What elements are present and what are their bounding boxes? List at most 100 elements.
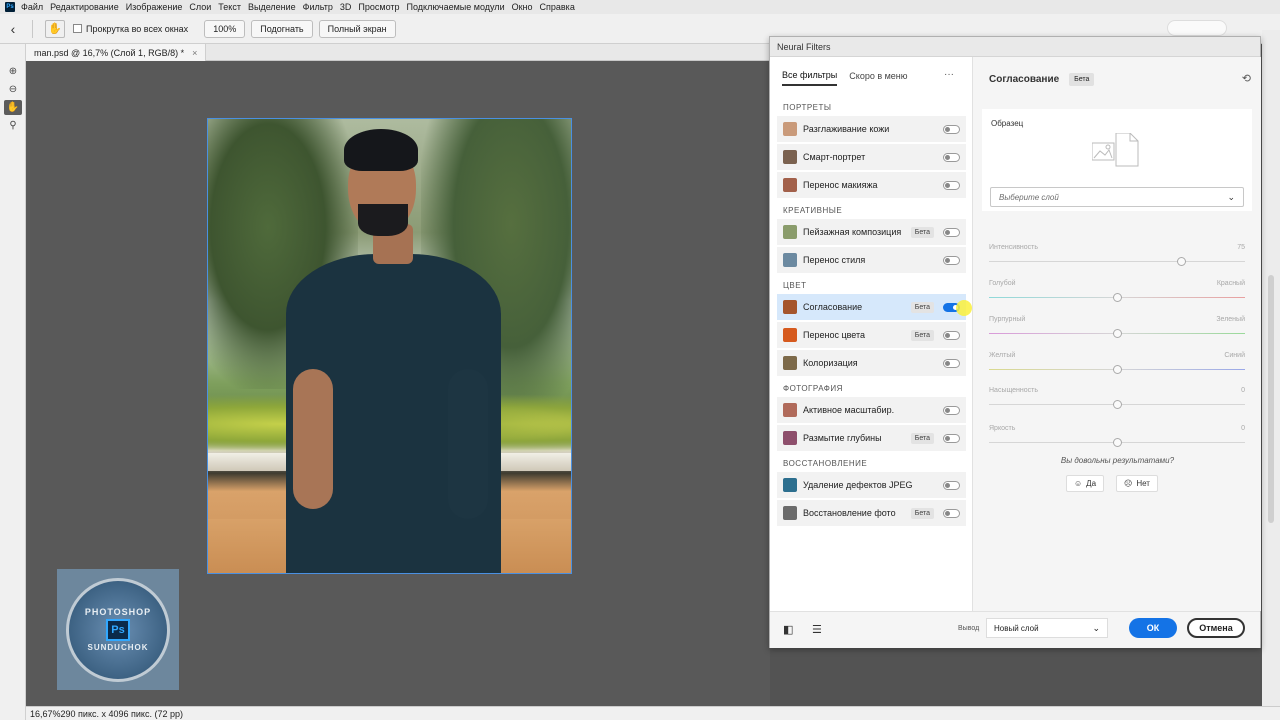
tab-coming-soon[interactable]: Скоро в меню xyxy=(849,67,907,85)
chevron-down-icon: ⌄ xyxy=(1227,192,1235,202)
slider-knob[interactable] xyxy=(1176,257,1186,266)
zoom-out-icon[interactable]: ⊖ xyxy=(4,82,22,97)
filter-item[interactable]: Восстановление фото Бета xyxy=(777,500,966,526)
slider-knob[interactable] xyxy=(1112,293,1122,302)
scrollbar[interactable] xyxy=(1268,275,1274,523)
filter-item[interactable]: Разглаживание кожи xyxy=(777,116,966,142)
filter-item[interactable]: Перенос стиля xyxy=(777,247,966,273)
layer-select[interactable]: Выберите слой ⌄ xyxy=(990,187,1244,207)
search-pill[interactable] xyxy=(1167,20,1227,36)
filter-item[interactable]: Пейзажная композиция Бета xyxy=(777,219,966,245)
watermark-top-text: PHOTOSHOP xyxy=(84,607,152,617)
filter-thumbnail-icon xyxy=(783,478,797,492)
slider-knob[interactable] xyxy=(1112,400,1122,409)
adjustment-slider[interactable]: Пурпурный Зеленый xyxy=(989,316,1245,346)
ok-button[interactable]: ОК xyxy=(1129,618,1177,638)
status-bar: 16,67% 290 пикс. x 4096 пикс. (72 pp) xyxy=(26,706,1280,720)
fit-screen-button[interactable]: Подогнать xyxy=(251,19,313,38)
filter-item[interactable]: Согласование Бета xyxy=(777,294,972,320)
zoom-in-icon[interactable]: ⊕ xyxy=(4,64,22,79)
filter-toggle[interactable] xyxy=(943,358,960,368)
filter-item[interactable]: Перенос цвета Бета xyxy=(777,322,966,348)
slider-left-label: Голубой xyxy=(989,280,1016,287)
scroll-all-windows-checkbox[interactable]: Прокрутка во всех окнах xyxy=(73,24,188,34)
hand-icon[interactable]: ✋ xyxy=(4,100,22,115)
adjustment-slider[interactable]: Яркость 0 xyxy=(989,425,1245,455)
filter-item[interactable]: Активное масштабир. xyxy=(777,397,966,423)
tab-all-filters[interactable]: Все фильтры xyxy=(782,66,838,86)
filter-toggle[interactable] xyxy=(943,330,960,340)
filter-toggle[interactable] xyxy=(943,180,960,190)
filter-toggle[interactable] xyxy=(943,255,960,265)
cancel-button[interactable]: Отмена xyxy=(1187,618,1245,638)
watermark-badge: PHOTOSHOP Ps SUNDUCHOK xyxy=(66,577,170,682)
hand-tool-icon[interactable]: ✋ xyxy=(45,19,65,38)
filter-category-label: ВОССТАНОВЛЕНИЕ xyxy=(783,459,868,468)
filter-header: Согласование Бета ⟲ xyxy=(974,57,1261,101)
menu-window[interactable]: Окно xyxy=(512,2,533,12)
menu-select[interactable]: Выделение xyxy=(248,2,296,12)
menu-plugins[interactable]: Подключаемые модули xyxy=(407,2,505,12)
slider-knob[interactable] xyxy=(1112,365,1122,374)
filter-category-label: КРЕАТИВНЫЕ xyxy=(783,206,843,215)
zoom-100-button[interactable]: 100% xyxy=(204,19,246,38)
filter-toggle[interactable] xyxy=(943,227,960,237)
filter-list: ПОРТРЕТЫ Разглаживание кожи Смарт-портрет П… xyxy=(770,101,972,526)
document-tab[interactable]: man.psd @ 16,7% (Слой 1, RGB/8) * × xyxy=(26,44,207,61)
magnifier-icon[interactable]: ⚲ xyxy=(4,118,22,133)
menu-filter[interactable]: Фильтр xyxy=(303,2,333,12)
menu-view[interactable]: Просмотр xyxy=(358,2,399,12)
person-hair xyxy=(344,129,418,171)
layers-icon[interactable]: ☰ xyxy=(812,623,822,636)
adjustment-slider[interactable]: Желтый Синий xyxy=(989,352,1245,382)
filter-item[interactable]: Размытие глубины Бета xyxy=(777,425,966,451)
filter-toggle[interactable] xyxy=(943,480,960,490)
document-image[interactable] xyxy=(207,118,572,574)
no-label: Нет xyxy=(1136,479,1150,488)
adjustment-slider[interactable]: Насыщенность 0 xyxy=(989,387,1245,417)
status-zoom[interactable]: 16,67% xyxy=(30,709,61,719)
filter-item[interactable]: Удаление дефектов JPEG xyxy=(777,472,966,498)
checkbox-icon[interactable] xyxy=(73,24,82,33)
slider-track[interactable] xyxy=(989,261,1245,262)
feedback-yes-button[interactable]: ☺ Да xyxy=(1066,475,1105,492)
filter-item[interactable]: Колоризация xyxy=(777,350,966,376)
filter-thumbnail-icon xyxy=(783,225,797,239)
close-icon[interactable]: × xyxy=(192,48,197,58)
output-select[interactable]: Новый слой ⌄ xyxy=(986,618,1108,638)
filter-thumbnail-icon xyxy=(783,328,797,342)
reset-icon[interactable]: ⟲ xyxy=(1242,72,1251,85)
menu-layers[interactable]: Слои xyxy=(189,2,211,12)
filter-toggle[interactable] xyxy=(943,152,960,162)
filter-thumbnail-icon xyxy=(783,122,797,136)
slider-knob[interactable] xyxy=(1112,329,1122,338)
menu-type[interactable]: Текст xyxy=(218,2,241,12)
image-placeholder-icon xyxy=(1092,133,1139,167)
adjustment-slider[interactable]: Голубой Красный xyxy=(989,280,1245,310)
slider-left-label: Яркость xyxy=(989,425,1016,432)
filter-toggle[interactable] xyxy=(943,124,960,134)
filter-toggle[interactable] xyxy=(943,405,960,415)
scroll-all-label: Прокрутка во всех окнах xyxy=(86,23,189,34)
back-chevron-icon[interactable]: ‹ xyxy=(0,21,26,37)
adjustment-slider[interactable]: Интенсивность 75 xyxy=(989,244,1245,274)
filter-item-label: Колоризация xyxy=(803,358,858,368)
menu-help[interactable]: Справка xyxy=(540,2,575,12)
filter-item[interactable]: Перенос макияжа xyxy=(777,172,966,198)
menu-edit[interactable]: Редактирование xyxy=(50,2,119,12)
menu-3d[interactable]: 3D xyxy=(340,2,352,12)
preview-toggle-icon[interactable]: ◧ xyxy=(783,623,793,636)
filter-item[interactable]: Смарт-портрет xyxy=(777,144,966,170)
fill-screen-button[interactable]: Полный экран xyxy=(318,19,396,38)
slider-right-label: 0 xyxy=(1241,425,1245,432)
filter-category-label: ФОТОГРАФИЯ xyxy=(783,384,843,393)
menu-file[interactable]: Файл xyxy=(21,2,43,12)
more-options-icon[interactable]: ··· xyxy=(944,69,954,80)
menu-image[interactable]: Изображение xyxy=(126,2,183,12)
person-arm xyxy=(293,369,333,509)
filter-toggle[interactable] xyxy=(943,433,960,443)
slider-knob[interactable] xyxy=(1112,438,1122,447)
feedback-no-button[interactable]: ☹ Нет xyxy=(1116,475,1158,492)
filter-toggle[interactable] xyxy=(943,508,960,518)
menu-bar: Ps Файл Редактирование Изображение Слои … xyxy=(0,0,1280,14)
